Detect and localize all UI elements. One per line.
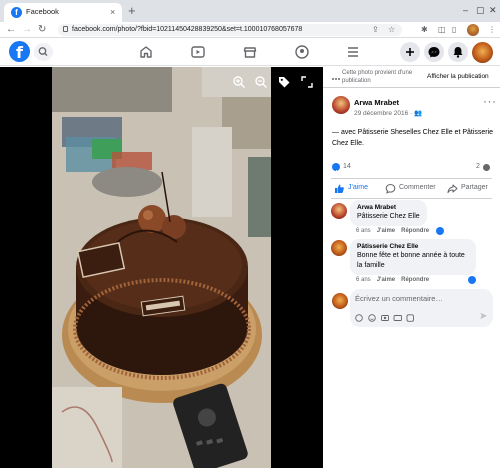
send-icon[interactable]: ➤ bbox=[479, 311, 487, 322]
comment-time[interactable]: 6 ans bbox=[356, 228, 371, 234]
post-date[interactable]: 29 décembre 2016 · 👥 bbox=[354, 109, 422, 117]
address-bar: ← → ↻ facebook.com/photo/?fbid=102114504… bbox=[0, 22, 500, 38]
maximize-icon[interactable]: ▢ bbox=[476, 4, 485, 16]
share-icon[interactable]: ⇪ bbox=[372, 24, 379, 36]
divider bbox=[331, 178, 492, 179]
facebook-favicon-icon: f bbox=[11, 7, 22, 18]
tab-title: Facebook bbox=[26, 7, 59, 16]
groups-icon[interactable] bbox=[294, 44, 310, 60]
comment-like-reaction-icon[interactable] bbox=[436, 227, 444, 235]
browser-tab[interactable]: f Facebook × bbox=[4, 3, 122, 22]
plus-icon bbox=[406, 48, 414, 56]
chrome-menu-icon[interactable]: ⋮ bbox=[488, 24, 496, 36]
post-notice-text: Cette photo provient d'une publication bbox=[342, 70, 413, 84]
reload-icon[interactable]: ↻ bbox=[38, 23, 46, 36]
more-options-icon[interactable]: ··· bbox=[483, 94, 497, 108]
comment-bubble: Arwa Mrabet Pâtisserie Chez Elle bbox=[350, 200, 427, 226]
forward-icon[interactable]: → bbox=[22, 23, 32, 36]
search-button[interactable] bbox=[34, 43, 53, 61]
comment-time[interactable]: 6 ans bbox=[356, 277, 371, 283]
like-reaction-icon[interactable] bbox=[332, 163, 340, 175]
post-caption: — avec Pâtisserie Sheselles Chez Elle et… bbox=[332, 129, 494, 147]
share-arrow-icon bbox=[447, 184, 458, 194]
account-avatar[interactable] bbox=[472, 42, 493, 63]
comment-input-placeholder: Écrivez un commentaire… bbox=[355, 294, 443, 303]
photo-side-panel: Cette photo provient d'une publication A… bbox=[323, 67, 500, 468]
facebook-header: f bbox=[0, 38, 500, 66]
menu-icon[interactable] bbox=[345, 44, 361, 60]
sidebar-icon[interactable]: ▯ bbox=[452, 24, 456, 36]
comment-like-link[interactable]: J'aime bbox=[377, 277, 395, 283]
browser-tab-strip: f Facebook × + – ▢ ✕ bbox=[0, 0, 500, 22]
comment-bubble-icon[interactable] bbox=[483, 164, 490, 171]
comment-meta: 6 ans J'aime Répondre bbox=[356, 277, 429, 283]
photo-viewer bbox=[0, 67, 323, 468]
lock-icon[interactable] bbox=[63, 26, 68, 32]
watch-icon[interactable] bbox=[190, 44, 206, 60]
fullscreen-icon[interactable] bbox=[300, 75, 314, 89]
comment-author[interactable]: Arwa Mrabet bbox=[357, 204, 420, 212]
view-post-link[interactable]: Afficher la publication bbox=[427, 73, 489, 80]
comment-bubble: Pâtisserie Chez Elle Bonne fête et bonne… bbox=[350, 239, 476, 275]
tag-icon[interactable] bbox=[277, 75, 291, 89]
bell-icon bbox=[453, 47, 463, 58]
comment-like-reaction-icon[interactable] bbox=[468, 276, 476, 284]
minimize-icon[interactable]: – bbox=[463, 4, 468, 16]
comments-count[interactable]: 2 bbox=[476, 163, 480, 170]
author-name[interactable]: Arwa Mrabet bbox=[354, 98, 399, 107]
comment-icon bbox=[385, 183, 396, 194]
comment-reply-link[interactable]: Répondre bbox=[401, 277, 429, 283]
gif-icon[interactable] bbox=[393, 315, 402, 321]
comment-tools bbox=[355, 314, 414, 322]
comment-author[interactable]: Pâtisserie Chez Elle bbox=[357, 243, 469, 251]
sticker-icon[interactable] bbox=[406, 314, 414, 322]
extensions-icon[interactable]: ✱ bbox=[421, 24, 428, 36]
marketplace-icon[interactable] bbox=[242, 44, 258, 60]
divider bbox=[323, 87, 500, 88]
comment-avatar[interactable] bbox=[331, 203, 347, 219]
search-icon bbox=[38, 47, 48, 56]
new-tab-button[interactable]: + bbox=[128, 3, 136, 19]
zoom-in-icon[interactable] bbox=[232, 75, 246, 89]
home-icon[interactable] bbox=[138, 44, 154, 60]
facebook-logo[interactable]: f bbox=[9, 41, 30, 62]
notifications-button[interactable] bbox=[448, 42, 468, 62]
close-window-icon[interactable]: ✕ bbox=[489, 4, 497, 16]
emoji-icon[interactable] bbox=[368, 314, 376, 322]
star-icon[interactable]: ☆ bbox=[388, 24, 395, 36]
comment-like-link[interactable]: J'aime bbox=[377, 228, 395, 234]
comment-meta: 6 ans J'aime Répondre bbox=[356, 228, 429, 234]
friends-audience-icon: 👥 bbox=[413, 110, 423, 117]
messenger-icon bbox=[428, 47, 440, 58]
messenger-button[interactable] bbox=[424, 42, 444, 62]
comment-text: Bonne fête et bonne année à toute la fam… bbox=[357, 252, 465, 269]
reading-list-icon[interactable]: ◫ bbox=[438, 24, 446, 36]
comment-avatar[interactable] bbox=[331, 240, 347, 256]
camera-icon[interactable] bbox=[381, 315, 389, 321]
avatar-sticker-icon[interactable] bbox=[355, 314, 363, 322]
thumbs-up-icon bbox=[335, 184, 344, 193]
author-avatar[interactable] bbox=[332, 96, 350, 114]
comment-input[interactable]: Écrivez un commentaire… ➤ bbox=[350, 289, 493, 327]
divider bbox=[331, 198, 492, 199]
reactions-count[interactable]: 14 bbox=[343, 163, 351, 170]
create-button[interactable] bbox=[400, 42, 420, 62]
profile-icon[interactable] bbox=[467, 24, 479, 36]
cake-photo[interactable] bbox=[52, 67, 271, 468]
omnibox[interactable]: facebook.com/photo/?fbid=102114504288392… bbox=[58, 24, 402, 36]
url-text[interactable]: facebook.com/photo/?fbid=102114504288392… bbox=[72, 25, 302, 35]
back-icon[interactable]: ← bbox=[6, 23, 16, 36]
comment-reply-link[interactable]: Répondre bbox=[401, 228, 429, 234]
cake-photo-image bbox=[52, 67, 271, 468]
tab-close-icon[interactable]: × bbox=[110, 6, 115, 18]
current-user-avatar[interactable] bbox=[332, 293, 348, 309]
zoom-out-icon[interactable] bbox=[254, 75, 268, 89]
comment-text: Pâtisserie Chez Elle bbox=[357, 213, 420, 220]
